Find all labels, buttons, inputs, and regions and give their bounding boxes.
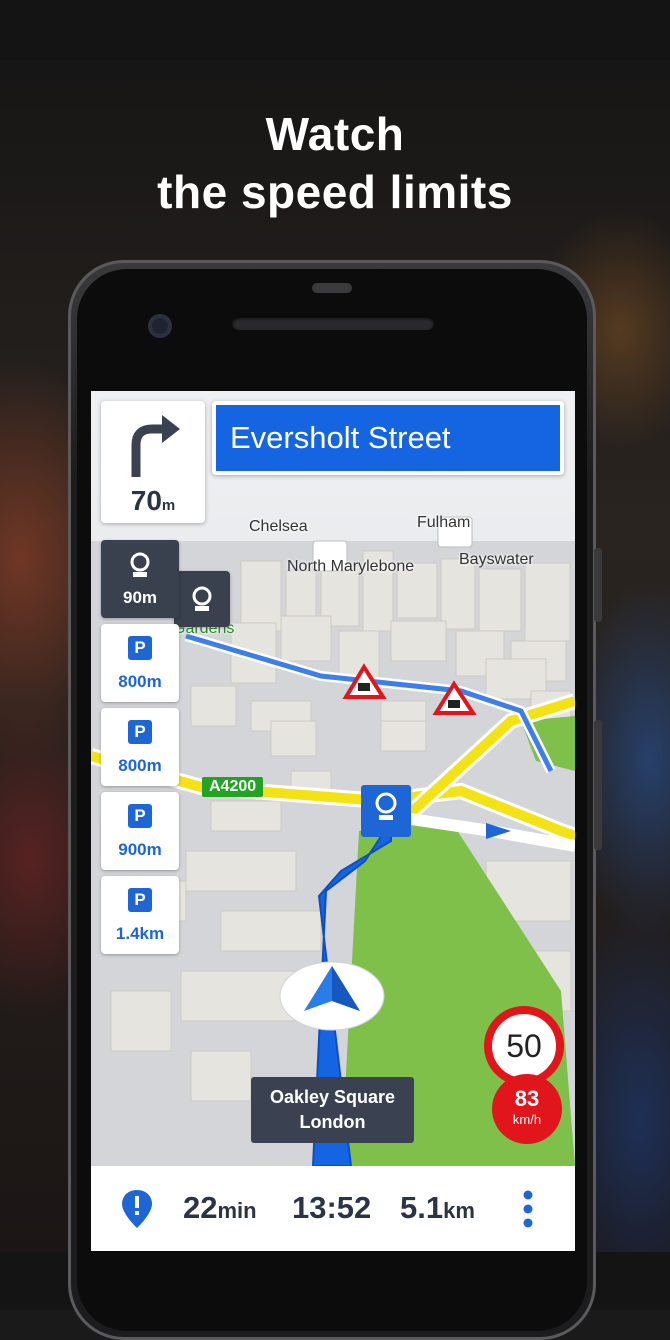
- headline-line-1: Watch: [265, 108, 405, 160]
- alert-pin-icon[interactable]: [122, 1190, 152, 1228]
- parking-icon: P: [128, 636, 152, 660]
- speed-camera-icon: [130, 552, 150, 577]
- destination-city: London: [299, 1112, 366, 1132]
- poi-distance: 90m: [122, 588, 158, 607]
- remaining-time-unit: min: [217, 1198, 257, 1223]
- power-button: [594, 548, 602, 622]
- street-name: Eversholt Street: [216, 405, 560, 471]
- turn-distance-value: 70: [130, 485, 162, 516]
- app-screen: 70m Eversholt Street Chelsea Fulham Nort…: [91, 391, 575, 1251]
- destination-name: Oakley Square: [269, 1087, 396, 1107]
- poi-parking-covered[interactable]: P 800m: [101, 708, 179, 786]
- phone-speaker: [232, 316, 434, 330]
- speed-camera-icon: [192, 586, 212, 611]
- turn-right-icon: [131, 415, 180, 477]
- remaining-distance-value: 5.1: [400, 1190, 444, 1225]
- arrival-time: 13:52: [292, 1190, 372, 1225]
- poi-distance: 800m: [118, 672, 162, 691]
- parking-icon: P: [128, 888, 152, 912]
- map-label-north-marylebone: North Marylebone: [287, 558, 415, 575]
- road-label: A4200: [202, 777, 264, 797]
- poi-distance: 800m: [118, 756, 162, 775]
- current-speed-value: 83: [514, 1086, 540, 1111]
- more-options-icon[interactable]: [521, 1190, 535, 1228]
- destination-tag[interactable]: Oakley Square London: [251, 1077, 414, 1143]
- remaining-distance-unit: km: [443, 1198, 475, 1223]
- top-band: [0, 0, 670, 60]
- map-label-fulham: Fulham: [417, 514, 471, 531]
- poi-parking[interactable]: P 1.4km: [101, 876, 179, 954]
- poi-parking[interactable]: P 800m: [101, 624, 179, 702]
- street-name-card: Eversholt Street: [212, 401, 564, 475]
- front-camera: [148, 314, 172, 338]
- remaining-time-value: 22: [183, 1190, 218, 1225]
- poi-speed-camera[interactable]: 90m: [101, 540, 179, 618]
- route-info-panel: 22min 13:52 5.1km: [91, 1166, 575, 1251]
- volume-button: [594, 720, 602, 850]
- turn-distance-unit: m: [161, 497, 176, 514]
- current-speed: 83 km/h: [492, 1074, 562, 1144]
- headline: Watch the speed limits: [0, 105, 670, 221]
- parking-icon: P: [128, 804, 152, 828]
- remaining-distance: 5.1km: [400, 1190, 475, 1226]
- turn-distance: 70m: [101, 485, 205, 517]
- remaining-time: 22min: [183, 1190, 257, 1226]
- next-turn-card[interactable]: 70m: [101, 401, 205, 523]
- speed-camera-marker: [174, 571, 230, 627]
- current-speed-unit: km/h: [512, 1112, 542, 1127]
- poi-parking[interactable]: P 900m: [101, 792, 179, 870]
- poi-distance: 900m: [118, 840, 162, 859]
- covered-parking-icon: P: [128, 720, 152, 744]
- phone-top-slot: [312, 283, 352, 293]
- map-label-chelsea: Chelsea: [249, 518, 308, 535]
- poi-distance: 1.4km: [115, 924, 165, 943]
- headline-line-2: the speed limits: [157, 166, 513, 218]
- map-label-bayswater: Bayswater: [459, 551, 534, 568]
